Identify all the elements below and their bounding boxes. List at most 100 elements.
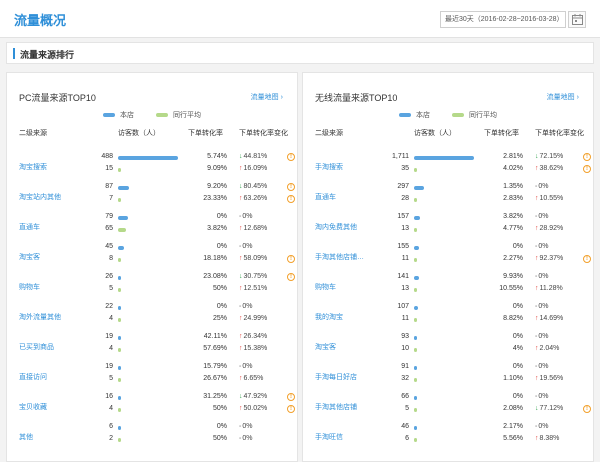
arrow-up-icon: ↑ <box>239 255 243 262</box>
peer-rate-change: ↑2.04% <box>535 345 559 352</box>
rate-change-value: 0% <box>538 393 549 400</box>
peer-line: 2 50% -0% <box>7 434 297 446</box>
traffic-map-link[interactable]: 流量地图 › <box>251 92 283 102</box>
rate-change-value: 72.15% <box>539 153 564 160</box>
rate-change-value: 15.38% <box>243 345 268 352</box>
peer-rate-change: ↑11.28% <box>535 285 563 292</box>
store-conversion-rate: 0% <box>512 303 523 310</box>
warning-icon[interactable]: ! <box>583 255 591 263</box>
store-line: 1,711 2.81% ↓72.15%! <box>303 152 593 164</box>
calendar-button[interactable] <box>568 11 586 28</box>
table-row: 直通车 297 1.35% -0% 28 2.83% ↑10.55% <box>303 182 593 212</box>
store-visits-bar <box>118 246 124 250</box>
store-visits-bar <box>414 276 419 280</box>
peer-rate-change: ↑63.26% <box>239 195 267 202</box>
store-visits: 93 <box>401 333 409 340</box>
rate-change-value: 16.09% <box>243 165 268 172</box>
table-row: 手淘搜索 1,711 2.81% ↓72.15%! 35 4.02% ↑38.62%! <box>303 152 593 182</box>
store-visits: 141 <box>397 273 409 280</box>
peer-conversion-rate: 2.08% <box>503 405 523 412</box>
peer-visits: 35 <box>401 165 409 172</box>
warning-icon[interactable]: ! <box>287 255 295 263</box>
peer-visits-bar <box>118 318 121 322</box>
peer-visits-bar <box>414 318 417 322</box>
store-rate-change: -0% <box>535 183 548 190</box>
table-row: 手淘每日好店 91 0% -0% 32 1.10% ↑19.56% <box>303 362 593 392</box>
peer-line: 7 23.33% ↑63.26%! <box>7 194 297 206</box>
dash-icon: - <box>535 243 538 250</box>
section-accent <box>13 48 15 59</box>
store-line: 141 9.93% -0% <box>303 272 593 284</box>
peer-visits-bar <box>414 438 417 442</box>
peer-visits-bar <box>414 408 417 412</box>
page-title: 流量概况 <box>14 13 67 28</box>
peer-rate-change: ↑15.38% <box>239 345 267 352</box>
dash-icon: - <box>535 333 538 340</box>
rate-change-value: 50.02% <box>243 405 268 412</box>
header-change: 下单转化率变化 <box>535 130 584 137</box>
section-header: 流量来源排行 <box>6 42 594 64</box>
header-rate: 下单转化率 <box>188 130 223 137</box>
warning-icon[interactable]: ! <box>287 153 295 161</box>
dash-icon: - <box>535 393 538 400</box>
store-rate-change: ↓30.75% <box>239 273 267 280</box>
header-source: 二级来源 <box>19 130 47 137</box>
store-visits: 26 <box>105 273 113 280</box>
arrow-up-icon: ↑ <box>239 225 243 232</box>
peer-rate-change: ↑19.56% <box>535 375 563 382</box>
peer-line: 4 25% ↑24.99% <box>7 314 297 326</box>
peer-conversion-rate: 8.82% <box>503 315 523 322</box>
store-conversion-rate: 42.11% <box>203 333 227 340</box>
arrow-up-icon: ↑ <box>239 333 243 340</box>
warning-icon[interactable]: ! <box>583 153 591 161</box>
warning-icon[interactable]: ! <box>287 393 295 401</box>
warning-icon[interactable]: ! <box>287 273 295 281</box>
arrow-down-icon: ↓ <box>239 183 243 190</box>
peer-conversion-rate: 2.27% <box>503 255 523 262</box>
store-visits-bar <box>414 336 417 340</box>
peer-visits-bar <box>414 198 417 202</box>
warning-icon[interactable]: ! <box>287 405 295 413</box>
warning-icon[interactable]: ! <box>583 165 591 173</box>
peer-conversion-rate: 4.77% <box>503 225 523 232</box>
arrow-up-icon: ↑ <box>535 285 539 292</box>
warning-icon[interactable]: ! <box>287 195 295 203</box>
rate-change-value: 0% <box>242 213 253 220</box>
arrow-up-icon: ↑ <box>535 315 539 322</box>
peer-rate-change: ↑6.65% <box>239 375 263 382</box>
section-title: 流量来源排行 <box>20 50 75 60</box>
peer-visits: 11 <box>401 255 409 262</box>
legend: 本店 同行平均 <box>303 110 593 120</box>
store-visits: 22 <box>105 303 113 310</box>
store-visits-bar <box>414 216 420 220</box>
store-rate-change: ↓80.45% <box>239 183 267 190</box>
store-visits: 91 <box>401 363 409 370</box>
rate-change-value: 24.99% <box>243 315 268 322</box>
peer-visits: 6 <box>405 435 409 442</box>
table-row: 直接访问 19 15.79% -0% 5 26.67% ↑6.65% <box>7 362 297 392</box>
date-range-selector[interactable]: 最近30天（2016-02-28~2016-03-28） <box>440 11 566 28</box>
store-visits: 6 <box>109 423 113 430</box>
rate-change-value: 10.55% <box>539 195 564 202</box>
rate-change-value: 0% <box>242 423 253 430</box>
arrow-down-icon: ↓ <box>535 405 539 412</box>
chevron-right-icon: › <box>576 94 579 101</box>
peer-visits: 8 <box>109 255 113 262</box>
arrow-up-icon: ↑ <box>239 315 243 322</box>
store-conversion-rate: 1.35% <box>503 183 523 190</box>
arrow-up-icon: ↑ <box>535 165 539 172</box>
legend-store: 本店 <box>399 110 430 120</box>
rate-change-value: 0% <box>538 423 549 430</box>
store-line: 16 31.25% ↓47.92%! <box>7 392 297 404</box>
store-conversion-rate: 0% <box>512 333 523 340</box>
warning-icon[interactable]: ! <box>287 183 295 191</box>
traffic-map-link[interactable]: 流量地图 › <box>547 92 579 102</box>
table-row: 其他 6 0% -0% 2 50% -0% <box>7 422 297 452</box>
pc-traffic-panel: PC流量来源TOP10 流量地图 › 本店 同行平均 二级来源 访客数（人） 下单… <box>6 72 298 462</box>
warning-icon[interactable]: ! <box>583 405 591 413</box>
table-header: 二级来源 访客数（人） 下单转化率 下单转化率变化 <box>7 128 297 142</box>
arrow-down-icon: ↓ <box>239 393 243 400</box>
store-visits-bar <box>414 306 418 310</box>
dash-icon: - <box>535 363 538 370</box>
peer-rate-change: ↑12.51% <box>239 285 267 292</box>
